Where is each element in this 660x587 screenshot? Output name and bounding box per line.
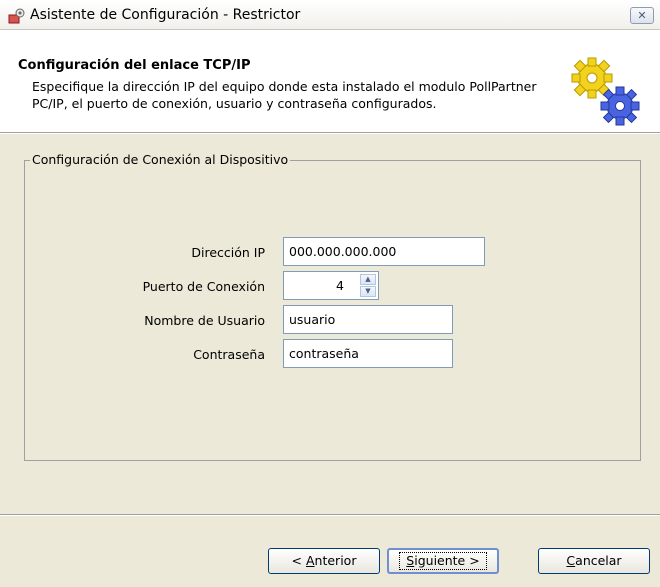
- spin-buttons: ▲ ▼: [360, 274, 376, 297]
- next-rest: iguiente >: [414, 553, 480, 568]
- ip-label: Dirección IP: [191, 245, 265, 260]
- next-button[interactable]: Siguiente >: [387, 548, 499, 574]
- window-title: Asistente de Configuración - Restrictor: [30, 7, 301, 23]
- password-input[interactable]: contraseña: [283, 339, 453, 368]
- previous-button[interactable]: < Anterior: [268, 548, 380, 574]
- page-title: Configuración del enlace TCP/IP: [18, 58, 251, 73]
- cancel-accel: C: [566, 553, 576, 568]
- page-description: Especifique la dirección IP del equipo d…: [32, 79, 537, 111]
- next-focus: Siguiente >: [399, 552, 487, 570]
- app-icon: [8, 8, 25, 24]
- cancel-rest: ancelar: [575, 553, 622, 568]
- cancel-button[interactable]: Cancelar: [538, 548, 650, 574]
- port-label: Puerto de Conexión: [142, 279, 265, 294]
- port-stepper[interactable]: 4 ▲ ▼: [283, 271, 379, 300]
- gears-icon: [571, 57, 640, 126]
- title-bar: Asistente de Configuración - Restrictor …: [0, 0, 660, 30]
- spin-up-button[interactable]: ▲: [360, 274, 376, 285]
- close-button[interactable]: ✕: [630, 7, 654, 24]
- footer-separator: [0, 514, 660, 516]
- spin-down-button[interactable]: ▼: [360, 286, 376, 297]
- wizard-header: Configuración del enlace TCP/IP Especifi…: [0, 30, 660, 132]
- port-value: 4: [336, 278, 344, 293]
- username-label: Nombre de Usuario: [144, 313, 265, 328]
- header-separator: [0, 132, 660, 134]
- previous-rest: nterior: [314, 553, 357, 568]
- close-icon: ✕: [637, 9, 647, 22]
- username-input[interactable]: usuario: [283, 305, 453, 334]
- previous-prefix: <: [291, 553, 306, 568]
- password-label: Contraseña: [193, 347, 265, 362]
- ip-address-input[interactable]: 000.000.000.000: [283, 237, 485, 266]
- groupbox-legend: Configuración de Conexión al Dispositivo: [30, 152, 291, 167]
- previous-accel: A: [305, 553, 315, 568]
